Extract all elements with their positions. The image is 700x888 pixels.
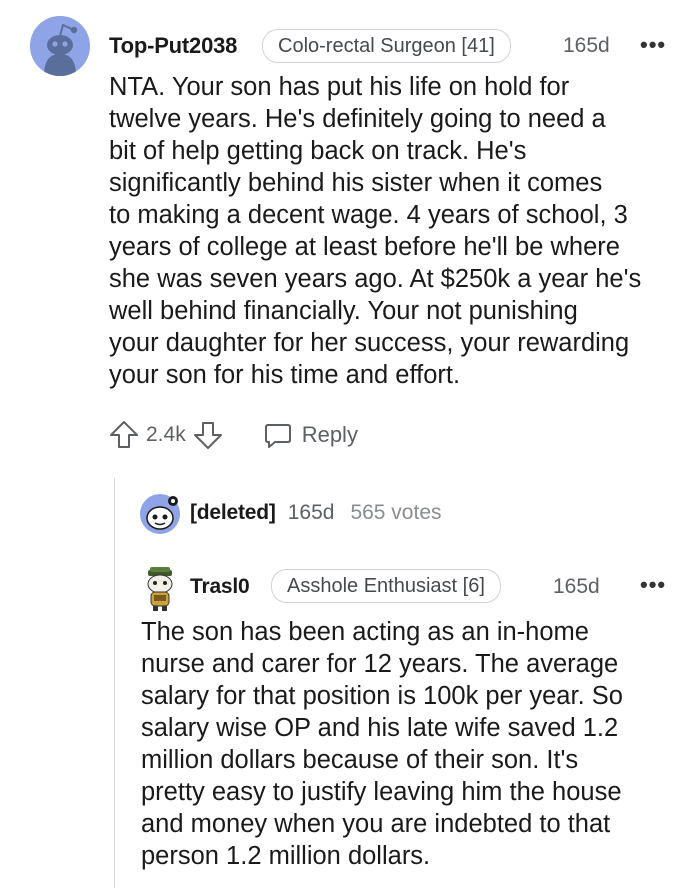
timestamp: 165d <box>563 34 610 57</box>
reply-user-flair: Asshole Enthusiast [6] <box>271 569 501 603</box>
reply-body: The son has been acting as an in-home nu… <box>141 618 623 870</box>
reply-timestamp: 165d <box>553 575 600 598</box>
deleted-avatar-icon <box>140 494 180 534</box>
reply-label: Reply <box>301 422 358 447</box>
upvote-icon[interactable] <box>108 419 140 451</box>
deleted-vote-count: 565 votes <box>350 501 442 524</box>
deleted-timestamp: 165d <box>287 501 335 524</box>
user-avatar-icon <box>147 567 173 611</box>
reply-button[interactable]: Reply <box>262 419 358 451</box>
avatar[interactable] <box>30 16 90 76</box>
deleted-comment-header[interactable]: [deleted] 165d 565 votes <box>190 501 442 525</box>
deleted-avatar <box>140 494 180 534</box>
downvote-icon[interactable] <box>192 419 224 451</box>
user-avatar[interactable] <box>140 566 180 612</box>
reply-icon <box>264 424 291 448</box>
thread-line[interactable] <box>114 478 115 888</box>
username[interactable]: Top-Put2038 <box>109 33 237 59</box>
comment-actions: 2.4k Reply <box>108 419 358 451</box>
deleted-username: [deleted] <box>190 501 276 524</box>
snoo-avatar-icon <box>30 16 90 76</box>
comment-body: NTA. Your son has put his life on hold f… <box>109 73 642 389</box>
user-flair: Colo-rectal Surgeon [41] <box>262 29 511 63</box>
reply-more-icon[interactable]: ••• <box>640 572 666 598</box>
vote-count: 2.4k <box>146 423 186 446</box>
more-icon[interactable]: ••• <box>640 32 666 58</box>
reply-username[interactable]: Trasl0 <box>190 575 250 599</box>
